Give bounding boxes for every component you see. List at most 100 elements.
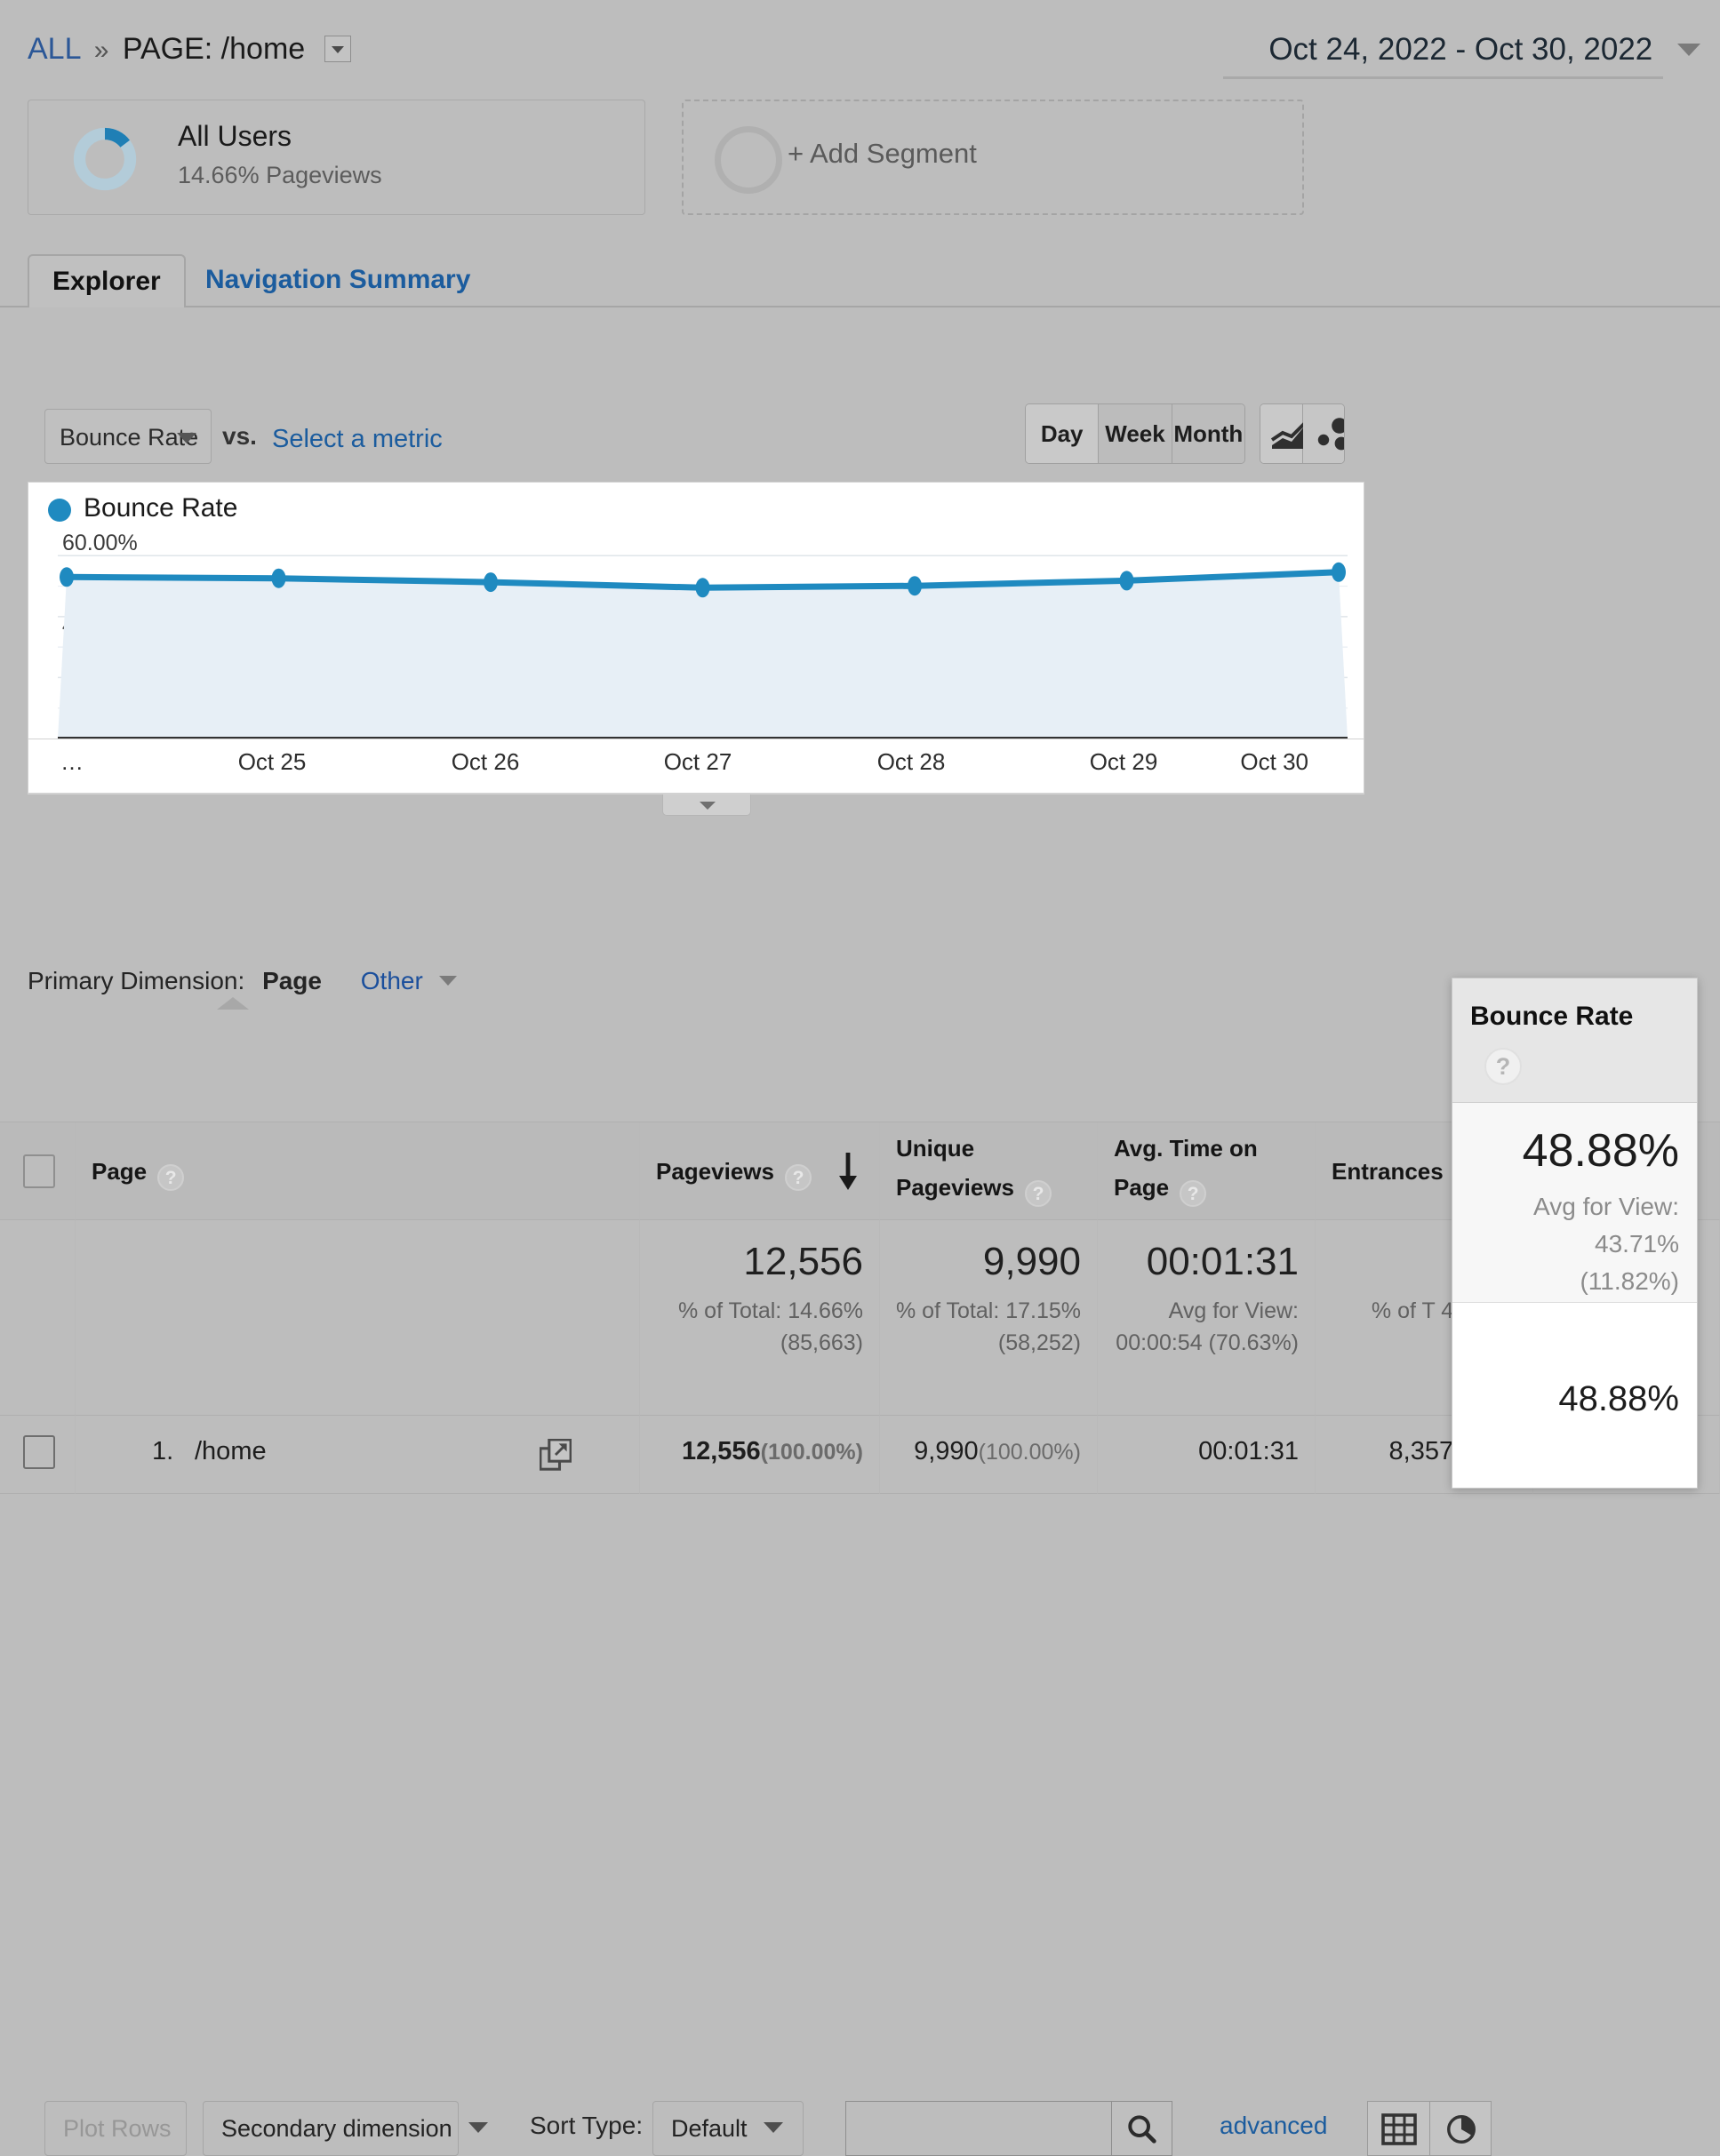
row-checkbox[interactable] xyxy=(23,1435,55,1469)
breadcrumb-dropdown-caret-icon[interactable] xyxy=(324,36,351,62)
granularity-week-button[interactable]: Week xyxy=(1099,404,1172,463)
open-in-new-window-icon[interactable] xyxy=(540,1439,572,1471)
summary-avg-time-value: 00:01:31 xyxy=(1146,1240,1299,1283)
date-range-selector[interactable]: Oct 24, 2022 - Oct 30, 2022 xyxy=(1268,32,1700,68)
summary-cell-avg-time-on-page: 00:01:31 Avg for View: 00:00:54 (70.63%) xyxy=(1098,1220,1316,1416)
row-unique-pageviews-value: 9,990 xyxy=(914,1437,979,1465)
popup-summary: 48.88% Avg for View: 43.71% (11.82%) xyxy=(1452,1103,1697,1303)
primary-dimension-value[interactable]: Page xyxy=(262,967,322,994)
help-icon[interactable]: ? xyxy=(784,1164,812,1191)
summary-unique-pageviews-value: 9,990 xyxy=(982,1240,1081,1283)
popup-row-value-cell: 48.88% xyxy=(1452,1303,1697,1485)
select-a-metric-link[interactable]: Select a metric xyxy=(272,425,443,454)
vs-label: vs. xyxy=(222,422,257,450)
legend-color-dot xyxy=(48,499,71,522)
breadcrumb-all-link[interactable]: ALL xyxy=(28,32,80,66)
header-cell-avg-time-on-page[interactable]: Avg. Time on Page? xyxy=(1098,1122,1316,1220)
segment-subtitle: 14.66% Pageviews xyxy=(178,162,382,188)
add-segment-label: + Add Segment xyxy=(788,138,977,169)
row-cell-avg-time-on-page: 00:01:31 xyxy=(1098,1416,1316,1494)
x-axis-tick-5: Oct 29 xyxy=(1089,748,1158,775)
breadcrumb: ALL » PAGE: /home xyxy=(28,32,351,67)
popup-avg-delta: (11.82%) xyxy=(1580,1267,1679,1295)
row-pageviews-pct: (100.00%) xyxy=(760,1440,863,1465)
add-segment-button[interactable]: + Add Segment xyxy=(682,100,1304,215)
secondary-dimension-button[interactable]: Secondary dimension xyxy=(203,2101,488,2156)
sort-type-label: Sort Type: xyxy=(530,2112,644,2139)
granularity-toggle-group: Day Week Month xyxy=(1025,403,1245,464)
chart-legend-label: Bounce Rate xyxy=(84,493,238,523)
search-button[interactable] xyxy=(1112,2101,1172,2156)
tab-explorer[interactable]: Explorer xyxy=(28,254,186,307)
sort-descending-icon[interactable] xyxy=(838,1153,858,1190)
summary-cell-pageviews: 12,556 % of Total: 14.66% (85,663) xyxy=(640,1220,880,1416)
donut-chart-icon xyxy=(73,127,137,191)
breadcrumb-current-page: PAGE: /home xyxy=(122,32,306,66)
row-cell-pageviews: 12,556(100.00%) xyxy=(640,1416,880,1494)
help-icon[interactable]: ? xyxy=(1484,1048,1522,1085)
chevron-down-icon xyxy=(1677,44,1700,56)
popup-row-value: 48.88% xyxy=(1558,1379,1679,1418)
header-label-page: Page xyxy=(92,1158,148,1185)
motion-chart-icon[interactable] xyxy=(1302,404,1344,463)
report-tabs: Explorer Navigation Summary xyxy=(0,254,1720,307)
help-icon[interactable]: ? xyxy=(1180,1180,1207,1207)
popup-title: Bounce Rate xyxy=(1470,1002,1634,1031)
select-all-checkbox[interactable] xyxy=(23,1154,55,1188)
row-unique-pageviews-pct: (100.00%) xyxy=(978,1440,1081,1465)
summary-pageviews-value: 12,556 xyxy=(743,1240,863,1283)
header-cell-page[interactable]: Page? xyxy=(76,1122,640,1220)
chart-x-axis: … Oct 25 Oct 26 Oct 27 Oct 28 Oct 29 Oct… xyxy=(28,739,1364,793)
segment-title: All Users xyxy=(178,120,292,152)
segment-all-users[interactable]: All Users 14.66% Pageviews xyxy=(28,100,645,215)
chevron-down-icon xyxy=(468,2122,488,2133)
tab-navigation-summary[interactable]: Navigation Summary xyxy=(182,254,493,307)
summary-cell-unique-pageviews: 9,990 % of Total: 17.15% (58,252) xyxy=(880,1220,1098,1416)
primary-dimension-other-link[interactable]: Other xyxy=(361,967,423,994)
bounce-rate-chart-panel: Bounce Rate 60.00% 40.00% 20.00% xyxy=(28,482,1364,739)
popup-avg-label: Avg for View: xyxy=(1533,1193,1679,1220)
x-axis-tick-0: … xyxy=(60,748,84,775)
granularity-day-button[interactable]: Day xyxy=(1026,404,1100,463)
row-page-path[interactable]: /home xyxy=(195,1437,267,1466)
advanced-filter-link[interactable]: advanced xyxy=(1220,2112,1327,2140)
bounce-rate-column-popup: Bounce Rate ? 48.88% Avg for View: 43.71… xyxy=(1452,978,1698,1489)
pie-view-icon[interactable] xyxy=(1429,2101,1492,2156)
line-chart-icon[interactable] xyxy=(1260,404,1311,463)
row-cell-unique-pageviews: 9,990(100.00%) xyxy=(880,1416,1098,1494)
popup-metric-value: 48.88% xyxy=(1522,1125,1679,1177)
x-axis-tick-2: Oct 26 xyxy=(451,748,520,775)
date-range-underline xyxy=(1223,76,1663,79)
help-icon[interactable]: ? xyxy=(1024,1180,1052,1207)
metric-selector-dropdown[interactable]: Bounce Rate xyxy=(44,409,212,464)
chart-collapse-handle[interactable] xyxy=(662,795,751,816)
plot-rows-button[interactable]: Plot Rows xyxy=(44,2101,187,2156)
header-cell-pageviews[interactable]: Pageviews? xyxy=(640,1122,880,1220)
bounce-rate-line-chart xyxy=(58,555,1348,739)
top-header-bar: ALL » PAGE: /home Oct 24, 2022 - Oct 30,… xyxy=(0,0,1720,96)
secondary-dimension-label: Secondary dimension xyxy=(221,2115,452,2142)
popup-metric-detail: Avg for View: 43.71% (11.82%) xyxy=(1533,1188,1679,1300)
chevron-down-icon xyxy=(438,976,457,986)
date-range-label: Oct 24, 2022 - Oct 30, 2022 xyxy=(1268,32,1653,67)
summary-avg-time-detail: Avg for View: 00:00:54 (70.63%) xyxy=(1116,1298,1299,1355)
summary-pageviews-detail: % of Total: 14.66% (85,663) xyxy=(677,1298,863,1355)
row-rank: 1. xyxy=(152,1437,174,1465)
header-cell-unique-pageviews[interactable]: Unique Pageviews? xyxy=(880,1122,1098,1220)
primary-dimension-row: Primary Dimension: Page Other xyxy=(28,967,457,995)
help-icon[interactable]: ? xyxy=(157,1164,185,1191)
row-avg-time-value: 00:01:31 xyxy=(1198,1437,1299,1465)
table-pointer-arrow-icon xyxy=(217,997,249,1010)
table-view-icon[interactable] xyxy=(1367,2101,1429,2156)
row-select-cell xyxy=(0,1416,76,1494)
header-label-entrances: Entrances xyxy=(1332,1158,1444,1185)
summary-cell-page xyxy=(76,1220,640,1416)
granularity-month-button[interactable]: Month xyxy=(1172,404,1244,463)
x-axis-tick-6: Oct 30 xyxy=(1240,748,1308,775)
chart-type-toggle-group xyxy=(1260,403,1345,464)
search-input[interactable] xyxy=(845,2101,1112,2156)
sort-type-button[interactable]: Default xyxy=(652,2101,804,2156)
sort-type-value: Default xyxy=(671,2115,748,2142)
chevron-down-icon xyxy=(177,433,196,443)
add-segment-circle-icon xyxy=(715,126,782,194)
